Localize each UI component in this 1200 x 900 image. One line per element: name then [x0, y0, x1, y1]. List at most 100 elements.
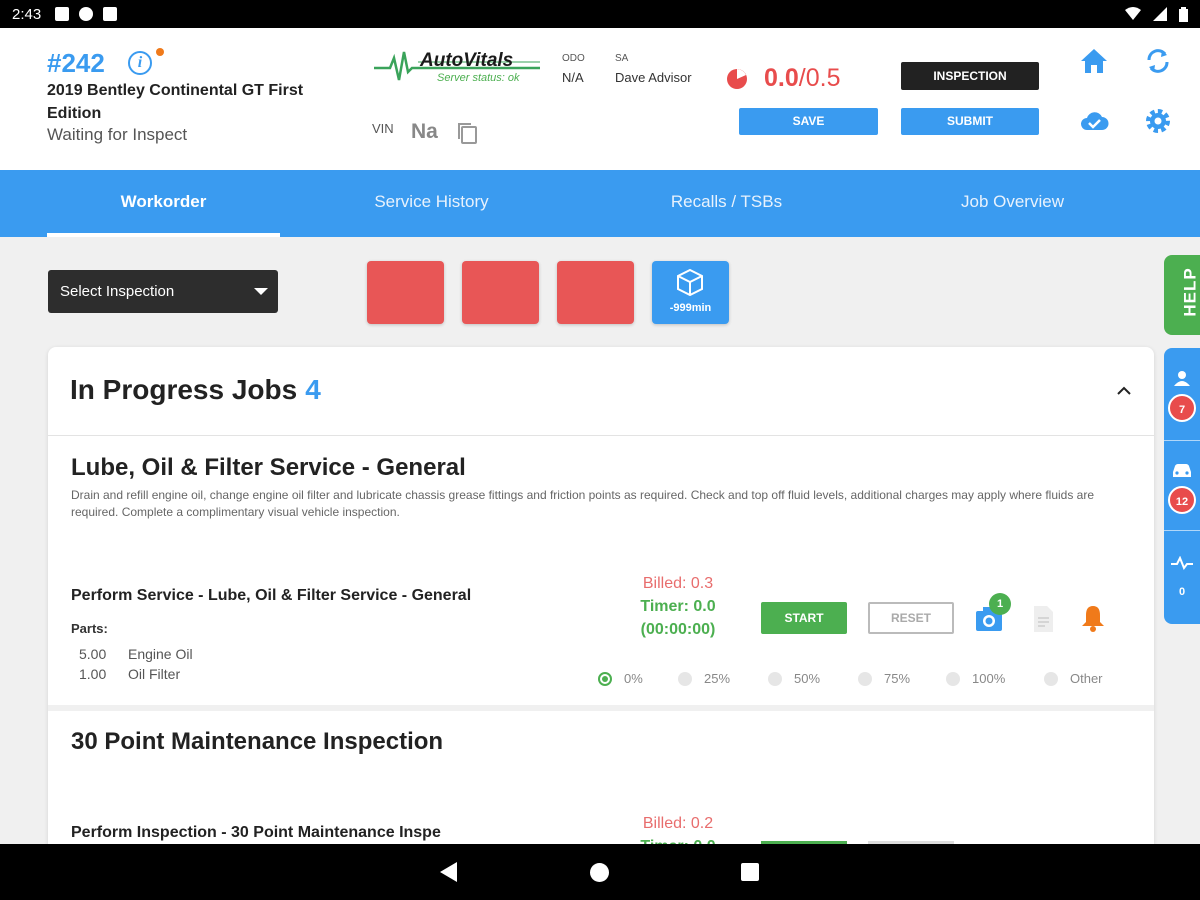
server-status: Server status: ok [437, 72, 520, 84]
task-title: Perform Service - Lube, Oil & Filter Ser… [71, 587, 472, 604]
tab-workorder[interactable]: Workorder [47, 170, 280, 237]
radio[interactable] [946, 671, 960, 686]
job-title: Lube, Oil & Filter Service - General [71, 454, 466, 481]
info-notification-dot [156, 48, 164, 56]
help-label: HELP [1180, 267, 1200, 317]
hours-separator: / [798, 64, 806, 92]
vin-label: VIN [372, 121, 394, 136]
progress-option-75[interactable]: 75% [858, 671, 910, 686]
tab-service-history[interactable]: Service History [315, 170, 548, 237]
info-icon[interactable]: i [128, 51, 152, 75]
progress-option-50[interactable]: 50% [768, 671, 820, 686]
radio[interactable] [768, 671, 782, 686]
start-button[interactable]: START [761, 602, 847, 634]
billed-hours: Billed: 0.3 [642, 575, 714, 592]
radio[interactable] [1044, 671, 1058, 686]
reset-button[interactable]: RESET [868, 602, 954, 634]
notification-icon [55, 7, 70, 21]
chevron-up-icon[interactable] [1116, 383, 1132, 399]
car-icon[interactable] [1171, 462, 1193, 478]
status-tile-1[interactable] [367, 261, 444, 324]
workorder-status: Waiting for Inspect [47, 125, 188, 144]
hours-max: 0.5 [805, 64, 841, 92]
progress-label: 0% [624, 671, 643, 686]
chevron-down-icon [254, 288, 268, 295]
repair-order-number: #242 [47, 48, 105, 78]
select-inspection-dropdown[interactable]: Select Inspection [48, 270, 278, 313]
radio-selected[interactable] [598, 671, 612, 686]
billed-hours: Billed: 0.2 [642, 815, 714, 832]
parts-time-label: -999min [669, 302, 712, 314]
status-tile-3[interactable] [557, 261, 634, 324]
parts-time-tile[interactable]: -999min [652, 261, 729, 324]
customer-icon[interactable] [1173, 370, 1191, 386]
timer-hours: Timer: 0.0 [640, 598, 716, 615]
progress-label: 75% [884, 671, 911, 686]
task-title: Perform Inspection - 30 Point Maintenanc… [71, 824, 441, 841]
photo-count-badge: 1 [989, 593, 1011, 615]
progress-option-100[interactable]: 100% [946, 671, 1005, 686]
job-divider [48, 705, 1154, 711]
card-title-text: In Progress Jobs [70, 374, 298, 405]
battery-icon [1179, 6, 1188, 22]
recent-apps-icon[interactable] [741, 863, 759, 881]
in-progress-jobs-card: In Progress Jobs 4 Lube, Oil & Filter Ser… [48, 347, 1154, 867]
hours-pie-icon [727, 69, 747, 89]
tab-recalls-tsbs[interactable]: Recalls / TSBs [610, 170, 843, 237]
sync-icon[interactable] [1143, 46, 1173, 76]
logo-text: AutoVitals [420, 50, 514, 71]
radio[interactable] [678, 671, 692, 686]
home-circle-icon[interactable] [590, 863, 609, 882]
package-icon [677, 268, 703, 297]
signal-icon [1153, 7, 1167, 21]
part-name: Engine Oil [128, 646, 193, 662]
vin-value: Na [411, 120, 438, 143]
vehicle-name: 2019 Bentley Continental GT First Editio… [47, 82, 304, 122]
status-tile-2[interactable] [462, 261, 539, 324]
inspection-button[interactable]: INSPECTION [901, 62, 1039, 90]
save-button[interactable]: SAVE [739, 108, 878, 135]
job-count: 4 [305, 374, 321, 405]
side-divider [1164, 530, 1200, 531]
timer-elapsed: (00:00:00) [640, 621, 716, 638]
progress-option-25[interactable]: 25% [678, 671, 730, 686]
submit-button[interactable]: SUBMIT [901, 108, 1039, 135]
part-quantity: 1.00 [79, 666, 107, 682]
progress-label: Other [1070, 671, 1103, 686]
tab-job-overview[interactable]: Job Overview [896, 170, 1129, 237]
cloud-done-icon[interactable] [1079, 106, 1109, 136]
wifi-icon [1125, 7, 1141, 20]
select-inspection-label: Select Inspection [60, 283, 175, 300]
back-icon[interactable] [440, 862, 457, 882]
copy-icon[interactable] [456, 121, 478, 145]
hours-readout: 0.0/0.5 [764, 64, 840, 93]
vehicle-count-badge: 12 [1168, 486, 1196, 514]
status-time: 2:43 [12, 5, 42, 23]
help-tab[interactable]: HELP [1164, 255, 1200, 335]
activity-pulse-icon[interactable] [1171, 556, 1193, 570]
part-name: Oil Filter [128, 666, 181, 682]
document-icon[interactable] [1028, 604, 1058, 634]
customer-count-badge: 7 [1168, 394, 1196, 422]
header: #242 i 2019 Bentley Continental GT First… [0, 28, 1200, 170]
activity-count: 0 [1178, 586, 1186, 598]
job-description: Drain and refill engine oil, change engi… [71, 488, 1095, 519]
progress-label: 25% [704, 671, 731, 686]
active-tab-indicator [47, 233, 280, 237]
card-title: In Progress Jobs 4 [70, 374, 321, 406]
app-notification-icon [79, 7, 94, 21]
main-tabs: Workorder Service History Recalls / TSBs… [0, 170, 1200, 237]
odo-value: N/A [562, 70, 584, 85]
progress-option-0[interactable]: 0% [598, 671, 643, 686]
service-advisor-value: Dave Advisor [615, 70, 692, 85]
radio[interactable] [858, 671, 872, 686]
card-divider [48, 435, 1154, 436]
parts-label: Parts: [71, 621, 108, 636]
odo-label: ODO [562, 53, 585, 64]
sd-card-icon [103, 7, 118, 21]
settings-gear-icon[interactable] [1143, 106, 1173, 136]
bell-alert-icon[interactable] [1078, 603, 1108, 633]
home-icon[interactable] [1079, 46, 1109, 76]
hours-current: 0.0 [764, 64, 799, 92]
progress-option-other[interactable]: Other [1044, 671, 1103, 686]
